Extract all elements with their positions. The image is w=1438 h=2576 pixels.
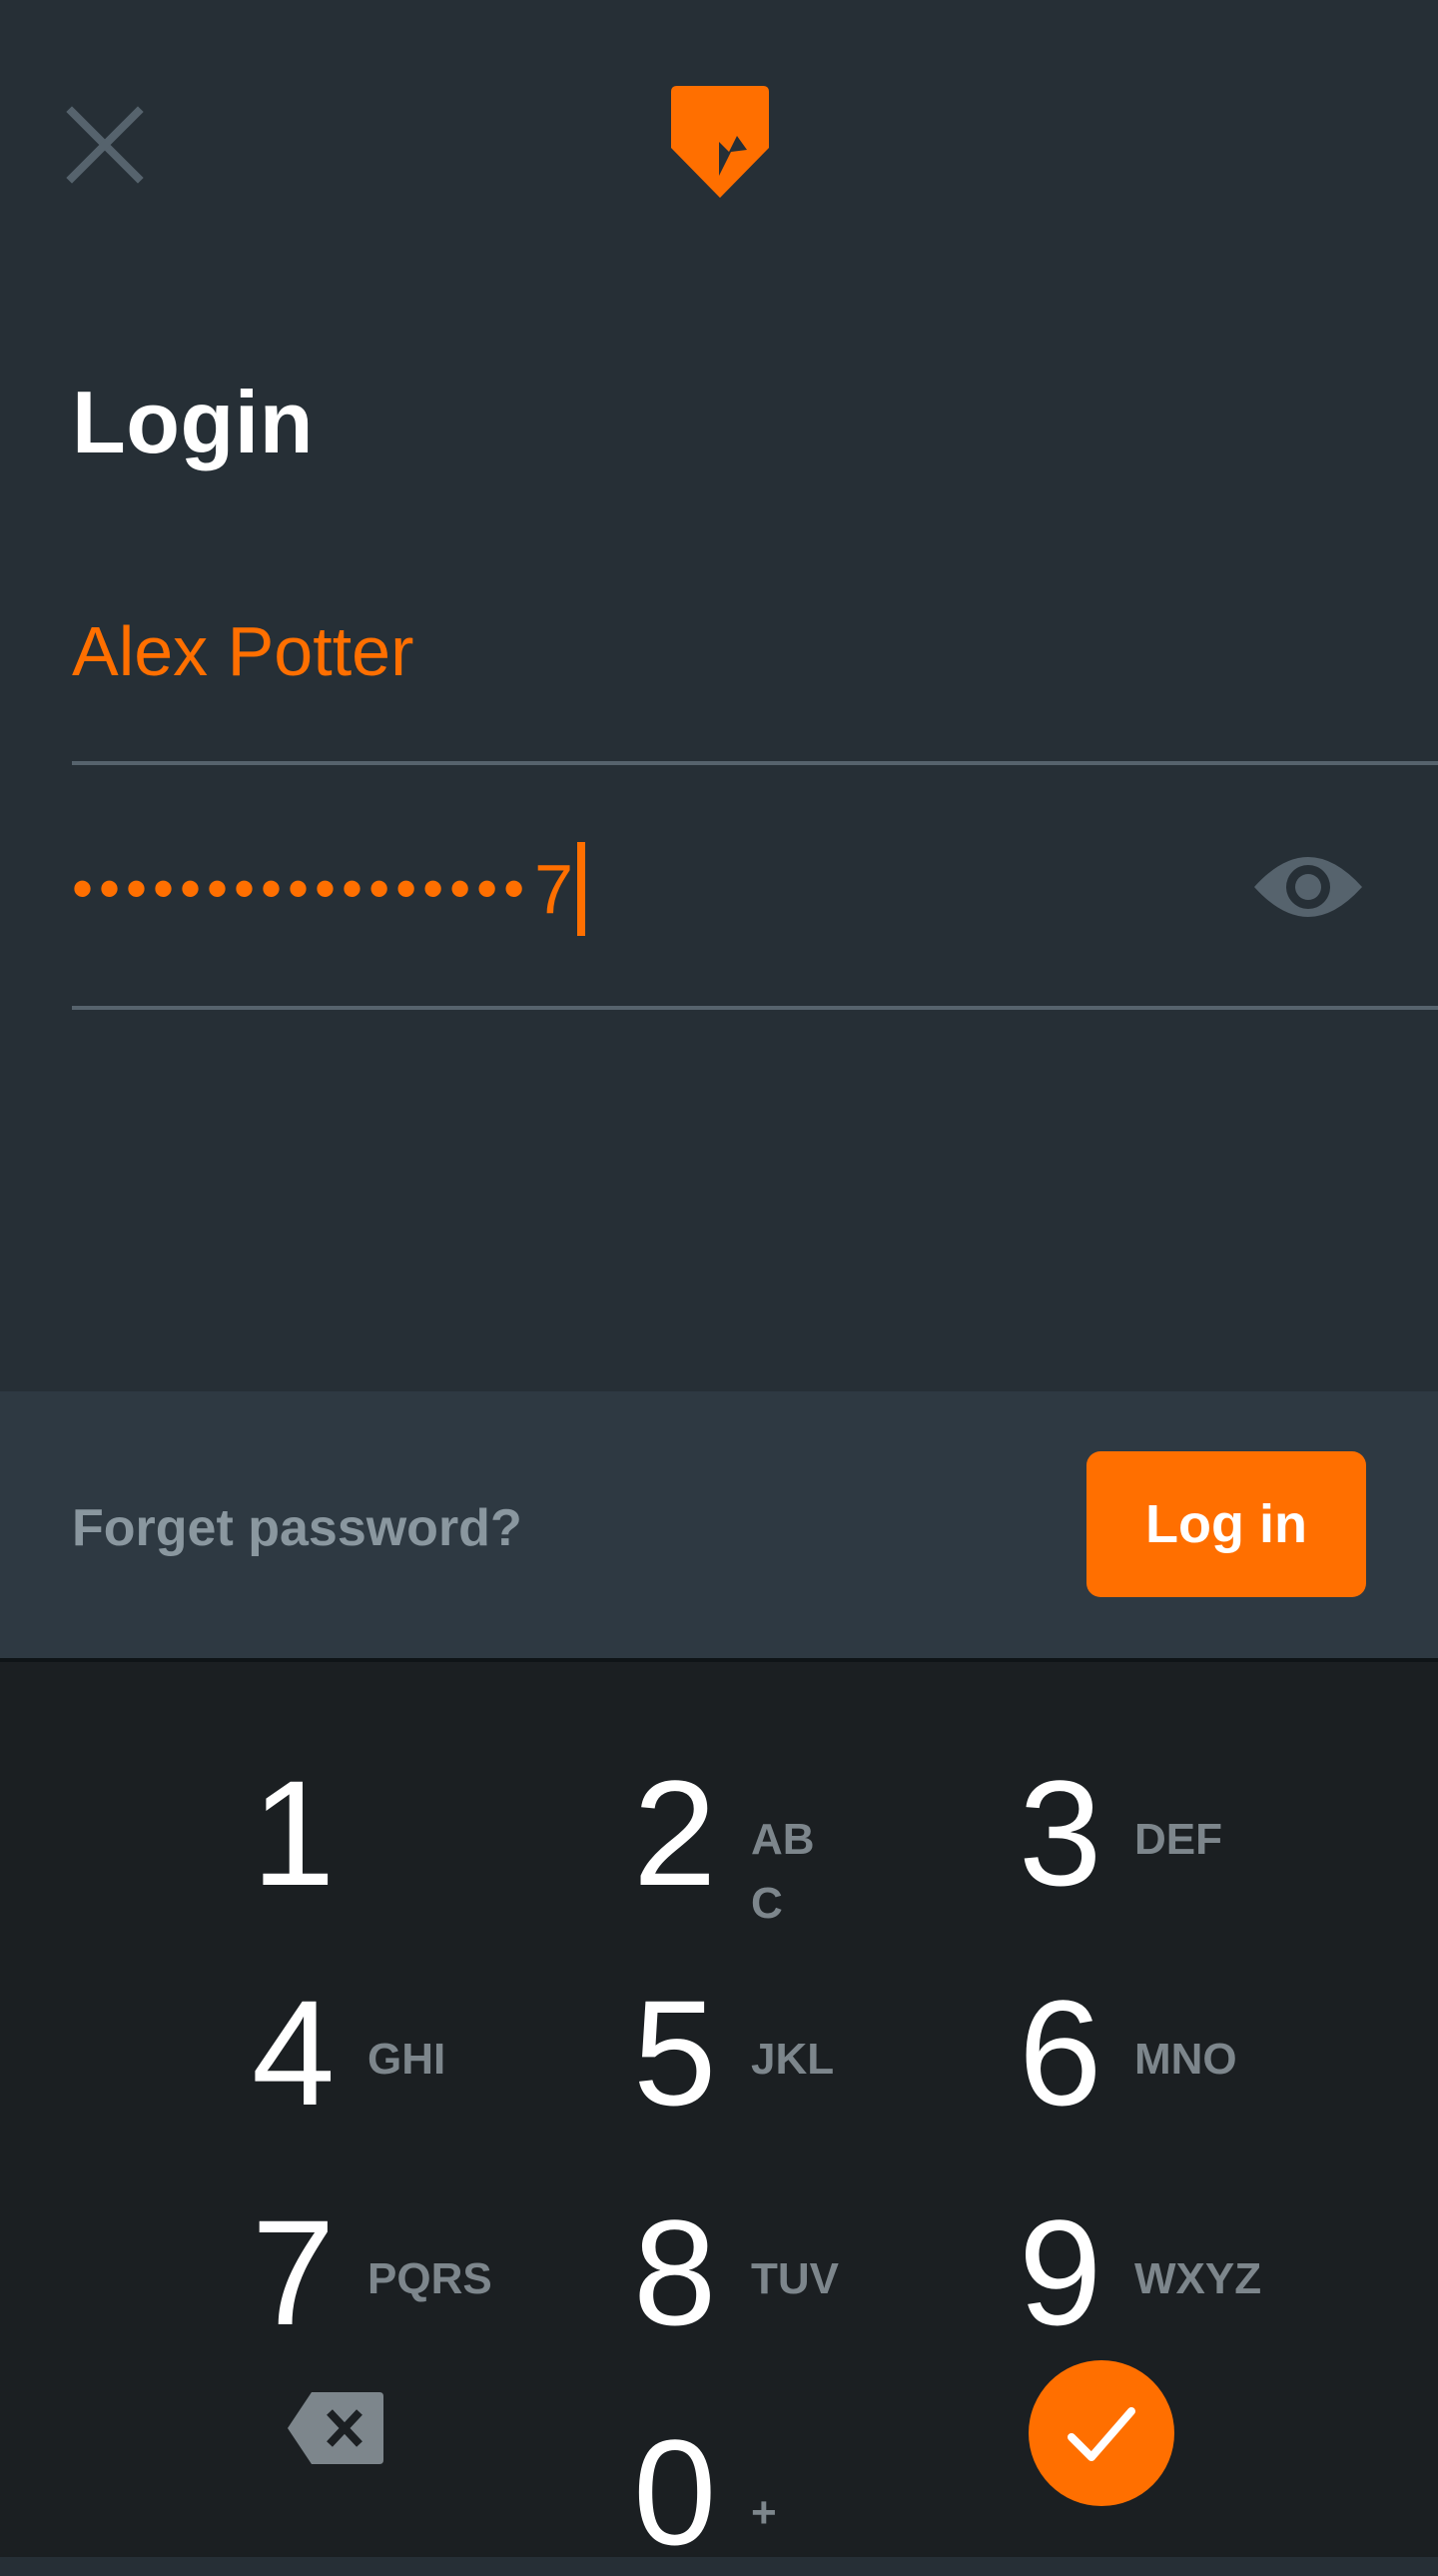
key-letters: WXYZ [1134,2254,1262,2303]
key-1[interactable]: 1 [180,1712,539,1912]
key-2[interactable]: 2 AB C [559,1712,919,1928]
key-letters: TUV [751,2254,839,2303]
key-4[interactable]: 4 GHI [180,1932,539,2132]
backspace-icon[interactable] [286,2390,385,2466]
close-icon[interactable] [60,100,150,190]
key-7[interactable]: 7 PQRS [180,2151,539,2351]
key-3[interactable]: 3 DEF [939,1712,1298,1912]
confirm-button[interactable] [1029,2360,1174,2506]
username-underline [72,761,1438,765]
key-digit: 3 [1019,1749,1102,1917]
key-letters: + [751,2488,777,2537]
key-digit: 2 [633,1749,717,1917]
key-5[interactable]: 5 JKL [559,1932,919,2132]
login-button[interactable]: Log in [1086,1451,1366,1597]
key-letters: DEF [1134,1815,1222,1864]
key-letters: JKL [751,2035,835,2084]
eye-icon[interactable] [1250,845,1366,929]
key-9[interactable]: 9 WXYZ [939,2151,1298,2351]
key-digit: 7 [252,2188,336,2356]
key-letters: PQRS [367,2254,492,2303]
check-icon [1068,2407,1135,2461]
password-last-char: 7 [534,850,574,928]
key-6[interactable]: 6 MNO [939,1932,1298,2132]
key-letters: AB C [751,1815,815,1928]
key-digit: 4 [252,1969,336,2137]
forgot-password-link[interactable]: Forget password? [72,1498,522,1558]
key-letters: MNO [1134,2035,1237,2084]
key-digit: 0 [633,2408,717,2576]
password-underline [72,1006,1438,1010]
password-masked-text: ••••••••••••••••• [72,855,531,922]
key-digit: 5 [633,1969,717,2137]
page-title: Login [72,373,314,471]
key-digit: 8 [633,2188,717,2356]
app-logo-icon [671,86,769,198]
login-screen: Login Alex Potter ••••••••••••••••• 7 [0,0,1438,1391]
username-field[interactable]: Alex Potter [72,611,413,691]
text-caret [577,842,586,936]
key-letters: GHI [367,2035,446,2084]
key-0[interactable]: 0 + [559,2371,919,2571]
numeric-keypad: 1 2 AB C 3 DEF 4 GHI 5 JKL 6 MNO 7 PQRS … [0,1662,1438,2567]
password-field[interactable]: ••••••••••••••••• 7 [72,842,586,936]
key-8[interactable]: 8 TUV [559,2151,919,2351]
key-digit: 1 [252,1749,336,1917]
key-digit: 9 [1019,2188,1102,2356]
key-digit: 6 [1019,1969,1102,2137]
